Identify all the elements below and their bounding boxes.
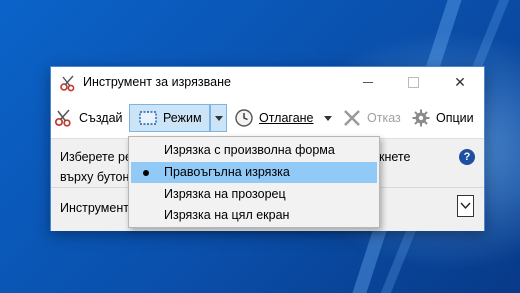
close-button[interactable]: ✕ — [437, 67, 483, 98]
menu-item-label: Изрязка на прозорец — [164, 187, 286, 201]
scissors-icon — [60, 75, 75, 92]
description-text-right: кнете — [379, 150, 411, 164]
clock-icon — [235, 109, 253, 127]
minimize-button[interactable] — [345, 67, 391, 98]
menu-item-full-screen[interactable]: Изрязка на цял екран — [131, 205, 377, 226]
selected-bullet-icon — [143, 170, 149, 176]
options-label: Опции — [436, 111, 474, 125]
chevron-down-icon — [214, 115, 223, 121]
menu-item-label: Изрязка на цял екран — [164, 208, 290, 222]
cancel-x-icon — [344, 110, 360, 126]
delay-button[interactable]: Отлагане — [234, 104, 334, 132]
menu-item-label: Правоъгълна изрязка — [164, 165, 290, 179]
mode-dropdown-menu: Изрязка с произволна форма Правоъгълна и… — [128, 136, 380, 228]
minimize-icon — [363, 82, 373, 83]
options-button[interactable]: Опции — [411, 104, 481, 132]
maximize-icon — [408, 77, 419, 88]
mode-dropdown-button[interactable] — [210, 104, 227, 132]
delay-label: Отлагане — [259, 111, 314, 125]
delay-label-text: Отлагане — [259, 111, 314, 125]
toolbar: Създай Режим Отлагане Отказ Опции — [51, 98, 484, 138]
maximize-button[interactable] — [391, 67, 437, 98]
new-snip-button[interactable]: Създай — [54, 104, 124, 132]
mode-label: Режим — [163, 111, 202, 125]
window-title: Инструмент за изрязване — [83, 75, 231, 89]
expand-button[interactable] — [457, 195, 474, 217]
scissors-icon — [54, 109, 71, 127]
menu-item-label: Изрязка с произволна форма — [164, 143, 335, 157]
menu-item-window[interactable]: Изрязка на прозорец — [131, 184, 377, 205]
gear-icon — [412, 109, 430, 127]
title-bar[interactable]: Инструмент за изрязване ✕ — [51, 67, 484, 98]
close-icon: ✕ — [454, 74, 466, 90]
chevron-down-icon — [460, 202, 471, 210]
help-icon[interactable]: ? — [459, 149, 475, 165]
menu-item-rectangular[interactable]: Правоъгълна изрязка — [131, 162, 377, 183]
menu-item-free-form[interactable]: Изрязка с произволна форма — [131, 140, 377, 161]
rectangle-snip-icon — [139, 111, 157, 125]
new-snip-label: Създай — [79, 111, 123, 125]
mode-button[interactable]: Режим — [129, 104, 210, 132]
status-text: Инструмент — [60, 201, 129, 215]
cancel-button[interactable]: Отказ — [342, 104, 402, 132]
cancel-label: Отказ — [367, 111, 401, 125]
chevron-down-icon[interactable] — [323, 115, 332, 121]
